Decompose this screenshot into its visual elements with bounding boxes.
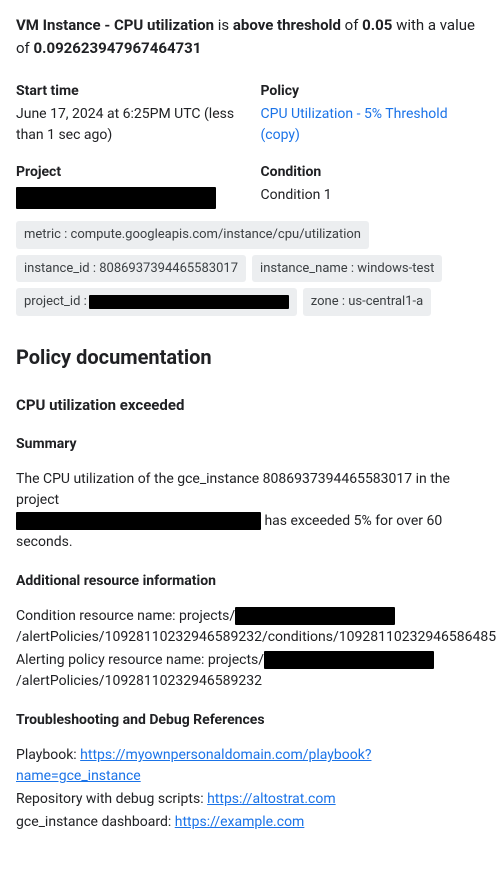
summary-text: The CPU utilization of the gce_instance … — [16, 469, 485, 553]
policy-field: Policy CPU Utilization - 5% Threshold (c… — [261, 81, 486, 146]
alert-value: 0.092623947967464731 — [34, 39, 202, 57]
meta-row-1: Start time June 17, 2024 at 6:25PM UTC (… — [16, 81, 485, 146]
troubleshoot-block: Troubleshooting and Debug References Pla… — [16, 710, 485, 833]
project-label: Project — [16, 162, 241, 183]
policy-label: Policy — [261, 81, 486, 102]
doc-title: CPU utilization exceeded — [16, 394, 485, 417]
repo-line: Repository with debug scripts: https://a… — [16, 789, 485, 810]
project-field: Project — [16, 162, 241, 209]
project-redacted — [16, 187, 216, 209]
alerting-resource-name: Alerting policy resource name: projects/… — [16, 650, 485, 692]
alert-threshold: 0.05 — [362, 16, 392, 34]
dashboard-link[interactable]: https://example.com — [175, 814, 305, 830]
dashboard-line: gce_instance dashboard: https://example.… — [16, 812, 485, 833]
cond-res-redacted — [235, 607, 395, 625]
start-time-field: Start time June 17, 2024 at 6:25PM UTC (… — [16, 81, 241, 146]
policy-documentation-heading: Policy documentation — [16, 342, 485, 372]
condition-field: Condition Condition 1 — [261, 162, 486, 209]
alert-subject: VM Instance - CPU utilization — [16, 16, 214, 34]
condition-value: Condition 1 — [261, 185, 486, 206]
chip-project-id-redacted — [89, 295, 289, 309]
policy-link[interactable]: CPU Utilization - 5% Threshold (copy) — [261, 106, 448, 143]
repo-link[interactable]: https://altostrat.com — [207, 791, 336, 807]
summary-block: Summary The CPU utilization of the gce_i… — [16, 434, 485, 553]
chip-instance-name: instance_name : windows-test — [252, 255, 442, 283]
chip-instance-id: instance_id : 8086937394465583017 — [16, 255, 246, 283]
label-chips: metric : compute.googleapis.com/instance… — [16, 221, 485, 316]
troubleshoot-label: Troubleshooting and Debug References — [16, 710, 485, 731]
alert-res-redacted — [264, 651, 434, 669]
chip-metric: metric : compute.googleapis.com/instance… — [16, 221, 369, 249]
start-time-value: June 17, 2024 at 6:25PM UTC (less than 1… — [16, 104, 241, 146]
alert-headline: VM Instance - CPU utilization is above t… — [16, 14, 485, 59]
chip-project-id: project_id : — [16, 288, 297, 316]
summary-label: Summary — [16, 434, 485, 455]
alert-state: above threshold — [233, 16, 341, 34]
condition-resource-name: Condition resource name: projects//alert… — [16, 606, 485, 648]
resource-info-label: Additional resource information — [16, 571, 485, 592]
playbook-line: Playbook: https://myownpersonaldomain.co… — [16, 745, 485, 787]
meta-row-2: Project Condition Condition 1 — [16, 162, 485, 209]
condition-label: Condition — [261, 162, 486, 183]
chip-zone: zone : us-central1-a — [303, 288, 431, 316]
start-time-label: Start time — [16, 81, 241, 102]
summary-project-redacted — [16, 512, 261, 530]
resource-info-block: Additional resource information Conditio… — [16, 571, 485, 692]
